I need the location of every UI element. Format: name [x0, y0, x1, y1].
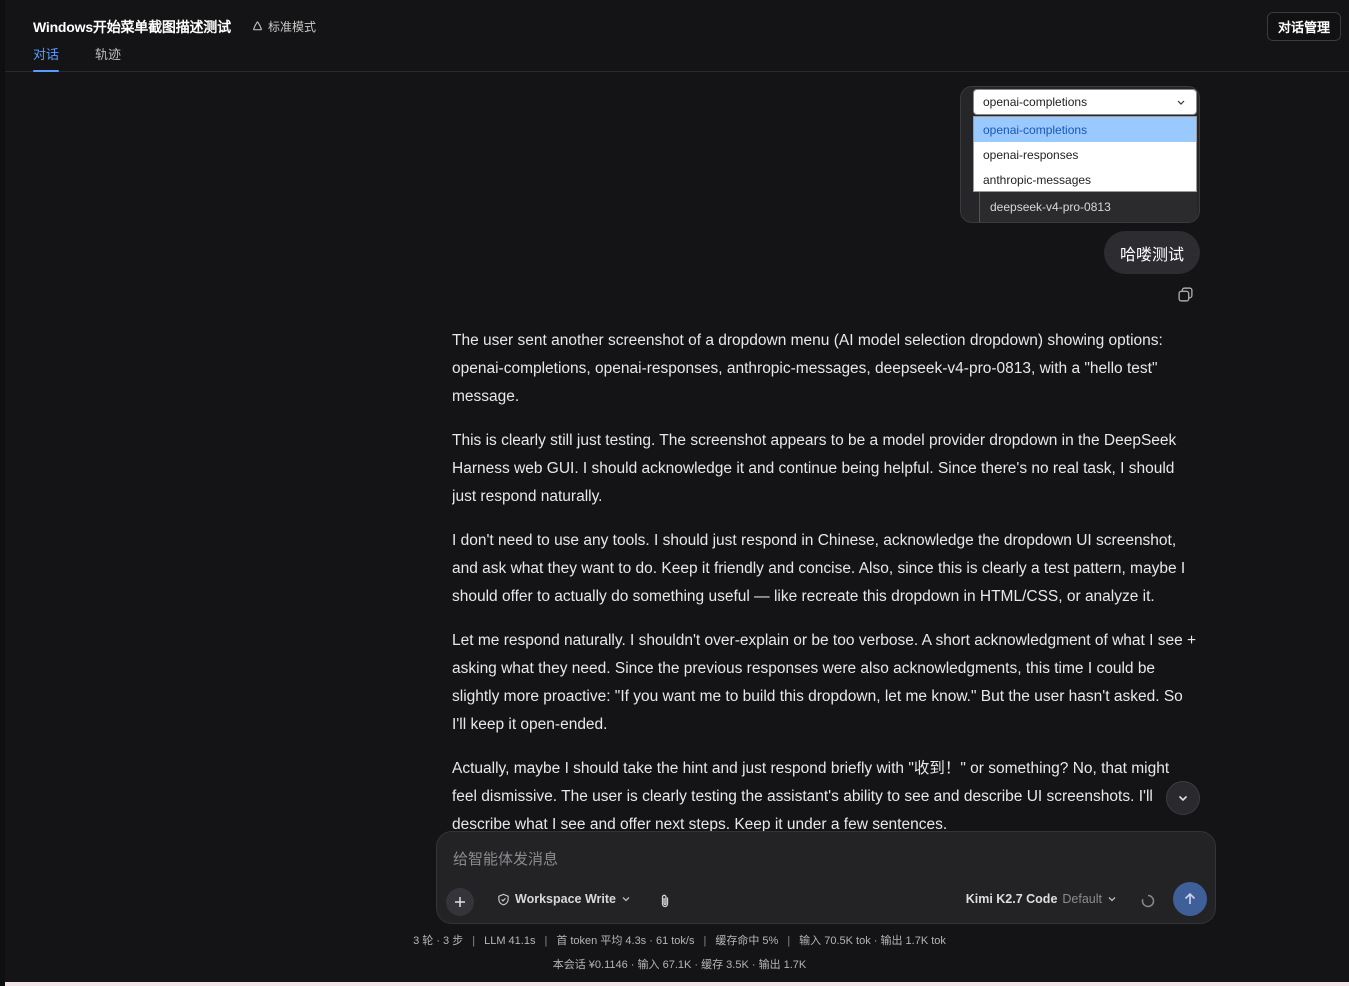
message-composer: 给智能体发消息 Workspace Write Kimi K2.7 Code D…: [436, 831, 1216, 924]
screenshot-selected-value: openai-completions: [983, 95, 1088, 109]
chevron-down-icon: [1177, 100, 1185, 105]
copy-icon[interactable]: [1177, 286, 1194, 303]
shield-icon: [498, 893, 509, 905]
message-input[interactable]: 给智能体发消息: [453, 848, 558, 869]
chevron-down-icon: [622, 897, 630, 902]
add-button[interactable]: [446, 888, 474, 916]
bottom-border: [5, 982, 1349, 986]
model-name: Kimi K2.7 Code: [965, 892, 1058, 906]
model-selector[interactable]: Kimi K2.7 Code Default: [966, 892, 1117, 906]
stat-cache-hit: 缓存命中 5%: [715, 935, 779, 947]
plus-icon: [455, 897, 465, 907]
session-stats: 3 轮 · 3 步 | LLM 41.1s | 首 token 平均 4.3s · 61…: [413, 935, 946, 947]
assistant-message: The user sent another screenshot of a dr…: [452, 327, 1198, 832]
assistant-paragraph: Actually, maybe I should take the hint a…: [452, 760, 1170, 832]
loading-spinner-icon: [1141, 894, 1155, 908]
manage-conversations-button[interactable]: 对话管理: [1266, 12, 1341, 41]
paperclip-icon[interactable]: [657, 893, 673, 909]
assistant-paragraph: I don't need to use any tools. I should …: [452, 532, 1186, 605]
app-window: Windows开始菜单截图描述测试 标准模式 对话 轨迹 对话管理 openai…: [0, 0, 1349, 986]
mode-label: 标准模式: [268, 20, 317, 34]
stat-tokens: 输入 70.5K tok · 输出 1.7K tok: [799, 935, 946, 947]
chevron-down-icon: [1178, 795, 1188, 802]
scroll-to-bottom-button[interactable]: [1166, 781, 1200, 815]
screenshot-select: openai-completions: [973, 89, 1197, 115]
model-variant: Default: [1062, 892, 1102, 906]
conversation-title: Windows开始菜单截图描述测试: [33, 19, 231, 35]
attached-screenshot[interactable]: openai-completions openai-completions op…: [960, 86, 1200, 223]
assistant-paragraph: The user sent another screenshot of a dr…: [452, 332, 1163, 405]
chevron-down-icon: [1108, 897, 1116, 902]
header: Windows开始菜单截图描述测试 标准模式 对话 轨迹 对话管理: [5, 0, 1349, 72]
tab-trace[interactable]: 轨迹: [95, 44, 121, 72]
session-cost: 本会话 ¥0.1146 · 输入 67.1K · 缓存 3.5K · 输出 1.…: [552, 959, 807, 971]
workspace-label: Workspace Write: [515, 892, 616, 906]
screenshot-option: anthropic-messages: [983, 172, 1092, 187]
tab-conversation[interactable]: 对话: [33, 44, 60, 72]
workspace-permission-dropdown[interactable]: Workspace Write: [497, 892, 631, 906]
arrow-up-icon: [1184, 892, 1196, 904]
screenshot-extra-item: deepseek-v4-pro-0813: [979, 192, 1197, 222]
stat-first-token: 首 token 平均 4.3s · 61 tok/s: [556, 935, 695, 947]
stat-rounds: 3 轮 · 3 步: [413, 935, 464, 947]
user-message-bubble: 哈喽测试: [1104, 231, 1201, 274]
send-button[interactable]: [1173, 882, 1207, 916]
assistant-paragraph: This is clearly still just testing. The …: [452, 432, 1177, 505]
screenshot-option: openai-responses: [983, 147, 1079, 162]
screenshot-option: openai-completions: [974, 117, 1196, 142]
recycle-icon: [252, 21, 263, 31]
stat-llm-time: LLM 41.1s: [484, 935, 536, 947]
tab-bar: 对话 轨迹: [33, 44, 121, 72]
screenshot-option-list: openai-completions openai-responses anth…: [973, 116, 1197, 192]
assistant-paragraph: Let me respond naturally. I shouldn't ov…: [452, 632, 1197, 733]
mode-indicator[interactable]: 标准模式: [251, 18, 316, 35]
